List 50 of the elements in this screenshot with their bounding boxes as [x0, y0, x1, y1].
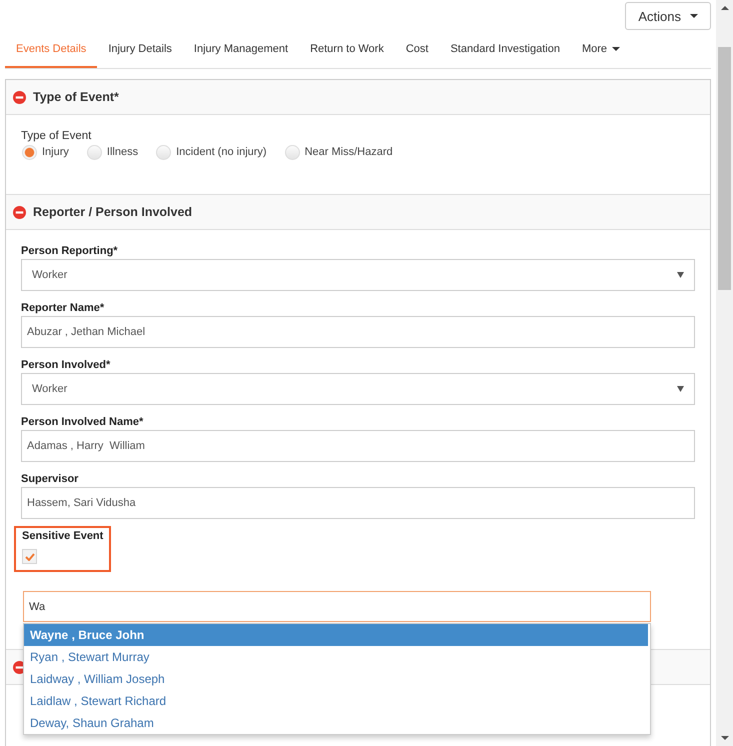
radio-label[interactable]: Near Miss/Hazard — [304, 146, 393, 158]
checkmark-icon — [24, 552, 34, 560]
suggestion-item[interactable]: Laidlaw , Stewart Richard — [24, 690, 648, 712]
dropdown-arrow-icon[interactable] — [677, 386, 684, 392]
text-field[interactable]: Abuzar , Jethan Michael — [21, 316, 695, 348]
select-field[interactable]: Worker — [21, 259, 695, 291]
select-field[interactable]: Worker — [21, 373, 695, 405]
field-label: Type of Event — [21, 129, 92, 144]
minus-circle-icon[interactable] — [13, 206, 26, 218]
scroll-down-icon[interactable] — [720, 736, 728, 740]
radio-button[interactable] — [156, 144, 172, 160]
suggestion-item[interactable]: Laidway , William Joseph — [24, 668, 648, 690]
section-header[interactable]: Type of Event* — [6, 80, 710, 115]
scrollbar-thumb[interactable] — [718, 47, 731, 290]
tab[interactable]: Standard Investigation — [439, 36, 571, 68]
tab[interactable]: Cost — [394, 36, 440, 68]
field-label: Reporter Name* — [21, 301, 106, 316]
suggestion-item[interactable]: Wayne , Bruce John — [24, 624, 648, 646]
field-label: Person Reporting* — [21, 244, 119, 259]
radio-button[interactable] — [22, 144, 37, 160]
checkbox[interactable] — [22, 549, 37, 564]
minus-circle-icon[interactable] — [13, 90, 26, 104]
radio-button[interactable] — [86, 144, 102, 160]
scroll-up-icon[interactable] — [720, 6, 728, 10]
radio-label[interactable]: Incident (no injury) — [176, 146, 267, 158]
field-label: Person Involved Name* — [21, 415, 144, 430]
tab[interactable]: Return to Work — [299, 36, 395, 68]
autocomplete-field[interactable]: Wa — [23, 591, 651, 622]
suggestion-item[interactable]: Ryan , Stewart Murray — [24, 646, 648, 668]
dropdown-arrow-icon[interactable] — [677, 272, 684, 278]
field-label: Supervisor — [21, 472, 80, 487]
radio-button[interactable] — [284, 144, 300, 160]
tab[interactable]: Injury Management — [182, 36, 300, 68]
text-field[interactable]: Adamas , Harry William — [21, 430, 695, 462]
section-header[interactable]: Reporter / Person Involved — [6, 194, 710, 230]
caret-icon — [690, 14, 698, 18]
radio-label[interactable]: Injury — [42, 146, 69, 158]
section-title: Type of Event* — [33, 90, 119, 104]
field-label: Sensitive Event — [22, 529, 104, 544]
scrollbar[interactable] — [716, 0, 733, 746]
text-field[interactable]: Hassem, Sari Vidusha — [21, 487, 695, 519]
minus-circle-icon[interactable] — [13, 660, 26, 674]
tab[interactable]: More — [570, 36, 631, 68]
caret-icon — [612, 47, 620, 51]
tab[interactable]: Injury Details — [97, 36, 183, 68]
section-title: Reporter / Person Involved — [33, 205, 192, 219]
radio-label[interactable]: Illness — [106, 146, 138, 158]
suggestion-item[interactable]: Deway, Shaun Graham — [24, 712, 648, 734]
field-label: Person Involved* — [21, 358, 112, 373]
actions-button[interactable]: Actions — [625, 2, 711, 30]
